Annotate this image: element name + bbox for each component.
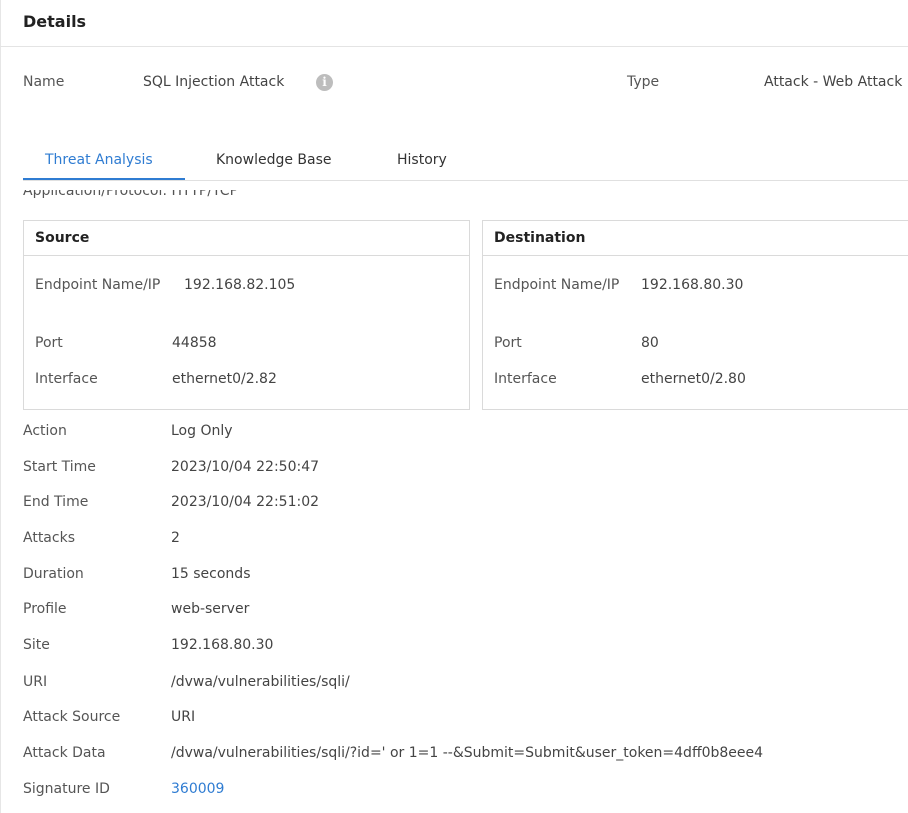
- destination-panel: Destination Endpoint Name/IP 192.168.80.…: [482, 220, 908, 410]
- signature-id-link[interactable]: 360009: [171, 781, 224, 797]
- site-label: Site: [23, 637, 50, 653]
- type-value: Attack - Web Attack: [764, 74, 903, 90]
- action-value: Log Only: [171, 423, 233, 439]
- destination-interface-value: ethernet0/2.80: [641, 371, 746, 387]
- destination-title: Destination: [494, 230, 586, 246]
- application-protocol-row: Application/Protocol: HTTP/TCP: [23, 190, 623, 206]
- active-tab-indicator: [23, 178, 185, 180]
- destination-port-label: Port: [494, 335, 522, 351]
- attack-data-value: /dvwa/vulnerabilities/sqli/?id=' or 1=1 …: [171, 745, 764, 761]
- tab-knowledge-base[interactable]: Knowledge Base: [216, 152, 332, 168]
- destination-panel-header: Destination: [483, 221, 908, 256]
- attack-data-label: Attack Data: [23, 745, 106, 761]
- profile-value: web-server: [171, 601, 250, 617]
- signature-id-label: Signature ID: [23, 781, 110, 797]
- source-interface-value: ethernet0/2.82: [172, 371, 277, 387]
- destination-endpoint-label: Endpoint Name/IP: [494, 277, 620, 293]
- details-title: Details: [23, 12, 87, 31]
- name-label: Name: [23, 74, 65, 90]
- source-port-label: Port: [35, 335, 63, 351]
- source-panel-header: Source: [24, 221, 469, 256]
- action-label: Action: [23, 423, 67, 439]
- source-endpoint-value: 192.168.82.105: [184, 277, 296, 293]
- start-time-value: 2023/10/04 22:50:47: [171, 459, 320, 475]
- source-panel: Source Endpoint Name/IP 192.168.82.105 P…: [23, 220, 470, 410]
- attack-source-label: Attack Source: [23, 709, 121, 725]
- end-time-label: End Time: [23, 494, 89, 510]
- type-label: Type: [627, 74, 660, 90]
- tab-threat-analysis[interactable]: Threat Analysis: [45, 152, 153, 168]
- application-protocol-text: Application/Protocol: HTTP/TCP: [23, 190, 239, 199]
- source-title: Source: [35, 230, 90, 246]
- name-value: SQL Injection Attack: [143, 74, 285, 90]
- destination-port-value: 80: [641, 335, 659, 351]
- start-time-label: Start Time: [23, 459, 96, 475]
- uri-value: /dvwa/vulnerabilities/sqli/: [171, 674, 350, 690]
- threat-details-page: Details Name SQL Injection Attack i Type…: [0, 0, 908, 813]
- attacks-value: 2: [171, 530, 180, 546]
- left-border: [0, 0, 1, 813]
- source-endpoint-label: Endpoint Name/IP: [35, 277, 161, 293]
- attack-source-value: URI: [171, 709, 196, 725]
- uri-label: URI: [23, 674, 48, 690]
- destination-interface-label: Interface: [494, 371, 557, 387]
- source-port-value: 44858: [172, 335, 217, 351]
- attacks-label: Attacks: [23, 530, 75, 546]
- duration-label: Duration: [23, 566, 84, 582]
- details-header: Details: [0, 0, 908, 47]
- end-time-value: 2023/10/04 22:51:02: [171, 494, 320, 510]
- duration-value: 15 seconds: [171, 566, 251, 582]
- tab-bar: Threat Analysis Knowledge Base History: [23, 140, 908, 181]
- source-interface-label: Interface: [35, 371, 98, 387]
- info-icon[interactable]: i: [316, 74, 333, 91]
- site-value: 192.168.80.30: [171, 637, 274, 653]
- destination-endpoint-value: 192.168.80.30: [641, 277, 744, 293]
- profile-label: Profile: [23, 601, 67, 617]
- tab-history[interactable]: History: [397, 152, 447, 168]
